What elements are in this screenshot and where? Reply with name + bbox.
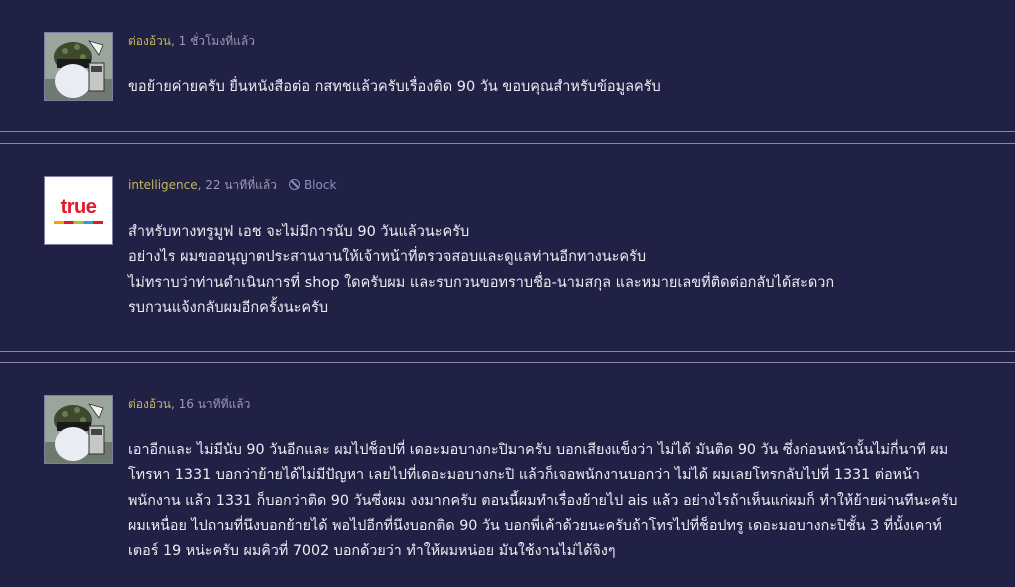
- comment-text: เอาอีกและ ไม่มีนับ 90 วันอีกและ ผมไปช็อป…: [128, 442, 949, 458]
- block-label: Block: [303, 178, 337, 192]
- timestamp: , 16 นาทีที่แล้ว: [171, 397, 251, 411]
- true-logo-bar: [54, 221, 103, 224]
- comment-text: พนักงาน แล้ว 1331 ก็บอกว่าติด 90 วันซึ่ง…: [128, 492, 958, 509]
- comment-text: รบกวนแจ้งกลับผมอีกครั้งนะครับ: [128, 299, 329, 316]
- comment-thread: ต่องอ้วน, 1 ชั่วโมงที่แล้ว ขอย้ายค่ายครั…: [0, 0, 1015, 587]
- avatar[interactable]: [44, 395, 113, 464]
- comment-text: ขอย้ายค่ายครับ ยื่นหนังสือต่อ กสทชแล้วคร…: [128, 79, 661, 95]
- timestamp: , 1 ชั่วโมงที่แล้ว: [171, 34, 255, 48]
- timestamp: , 22 นาทีที่แล้ว: [197, 178, 277, 192]
- cartoon-avatar-icon: [45, 33, 112, 100]
- comment-text: สำหรับทางทรูมูฟ เอช จะไม่มีการนับ 90 วัน…: [128, 224, 470, 240]
- comment-text: ผมเหนื่อย ไปถามที่นึงบอกย้ายได้ พอไปอีกท…: [128, 517, 942, 534]
- comment-meta: ต่องอ้วน, 16 นาทีที่แล้ว: [128, 396, 250, 412]
- avatar[interactable]: true: [44, 176, 113, 245]
- comment-text: โทรหา 1331 บอกว่าย้ายได้ไม่มีปัญหา เลยไป…: [128, 467, 920, 484]
- comment-divider: [0, 351, 1015, 352]
- comment-meta: intelligence, 22 นาทีที่แล้ว Block: [128, 177, 336, 193]
- comment-meta: ต่องอ้วน, 1 ชั่วโมงที่แล้ว: [128, 33, 255, 49]
- author-name[interactable]: intelligence: [128, 178, 198, 192]
- comment-text: เตอร์ 19 หน่ะครับ ผมคิวที่ 7002 บอกด้วยว…: [128, 543, 616, 560]
- comment-body: ขอย้ายค่ายครับ ยื่นหนังสือต่อ กสทชแล้วคร…: [128, 77, 998, 97]
- block-button[interactable]: Block: [288, 178, 337, 192]
- comment-body: สำหรับทางทรูมูฟ เอช จะไม่มีการนับ 90 วัน…: [128, 220, 998, 321]
- avatar[interactable]: [44, 32, 113, 101]
- cartoon-avatar-icon: [45, 396, 112, 463]
- comment-divider: [0, 131, 1015, 132]
- comment-text: ไม่ทราบว่าท่านดำเนินการที่ shop ใดครับผม…: [128, 274, 835, 291]
- comment-divider: [0, 143, 1015, 144]
- block-icon: [288, 179, 300, 190]
- true-logo-icon: true: [45, 177, 112, 244]
- comment-body: เอาอีกและ ไม่มีนับ 90 วันอีกและ ผมไปช็อป…: [128, 438, 998, 564]
- true-logo-text: true: [60, 196, 97, 218]
- author-name[interactable]: ต่องอ้วน: [128, 397, 171, 411]
- comment-divider: [0, 362, 1015, 363]
- author-name[interactable]: ต่องอ้วน: [128, 34, 171, 48]
- comment-text: อย่างไร ผมขออนุญาตประสานงานให้เจ้าหน้าที…: [128, 249, 647, 266]
